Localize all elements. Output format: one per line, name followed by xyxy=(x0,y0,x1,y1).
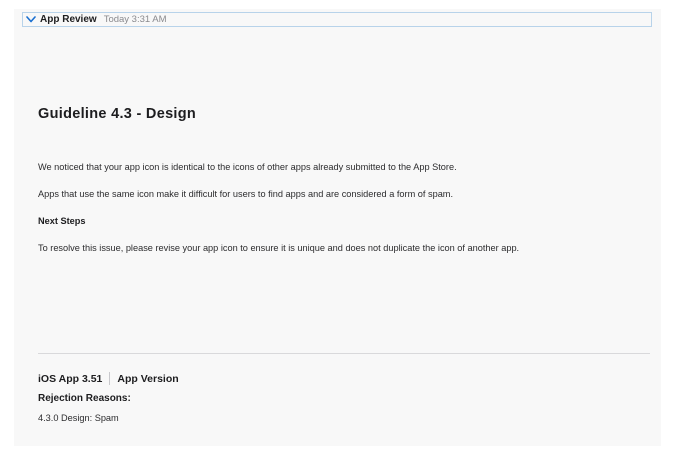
version-info: iOS App 3.51 App Version xyxy=(38,372,179,385)
message-paragraph-1: We noticed that your app icon is identic… xyxy=(38,162,457,172)
message-paragraph-2: Apps that use the same icon make it diff… xyxy=(38,189,454,199)
app-review-header[interactable]: App Review Today 3:31 AM xyxy=(22,12,652,27)
version-separator xyxy=(109,372,111,385)
header-title: App Review xyxy=(40,14,97,25)
platform-version: iOS App 3.51 xyxy=(38,372,103,385)
header-timestamp: Today 3:31 AM xyxy=(103,14,167,25)
footer-divider xyxy=(38,353,650,354)
rejection-reason: 4.3.0 Design: Spam xyxy=(38,413,119,423)
guideline-title: Guideline 4.3 - Design xyxy=(38,106,197,122)
version-type: App Version xyxy=(117,372,179,385)
chevron-down-icon[interactable] xyxy=(24,13,38,26)
rejection-reasons-label: Rejection Reasons: xyxy=(38,393,131,404)
message-paragraph-3: To resolve this issue, please revise you… xyxy=(38,243,520,253)
next-steps-heading: Next Steps xyxy=(38,216,86,226)
